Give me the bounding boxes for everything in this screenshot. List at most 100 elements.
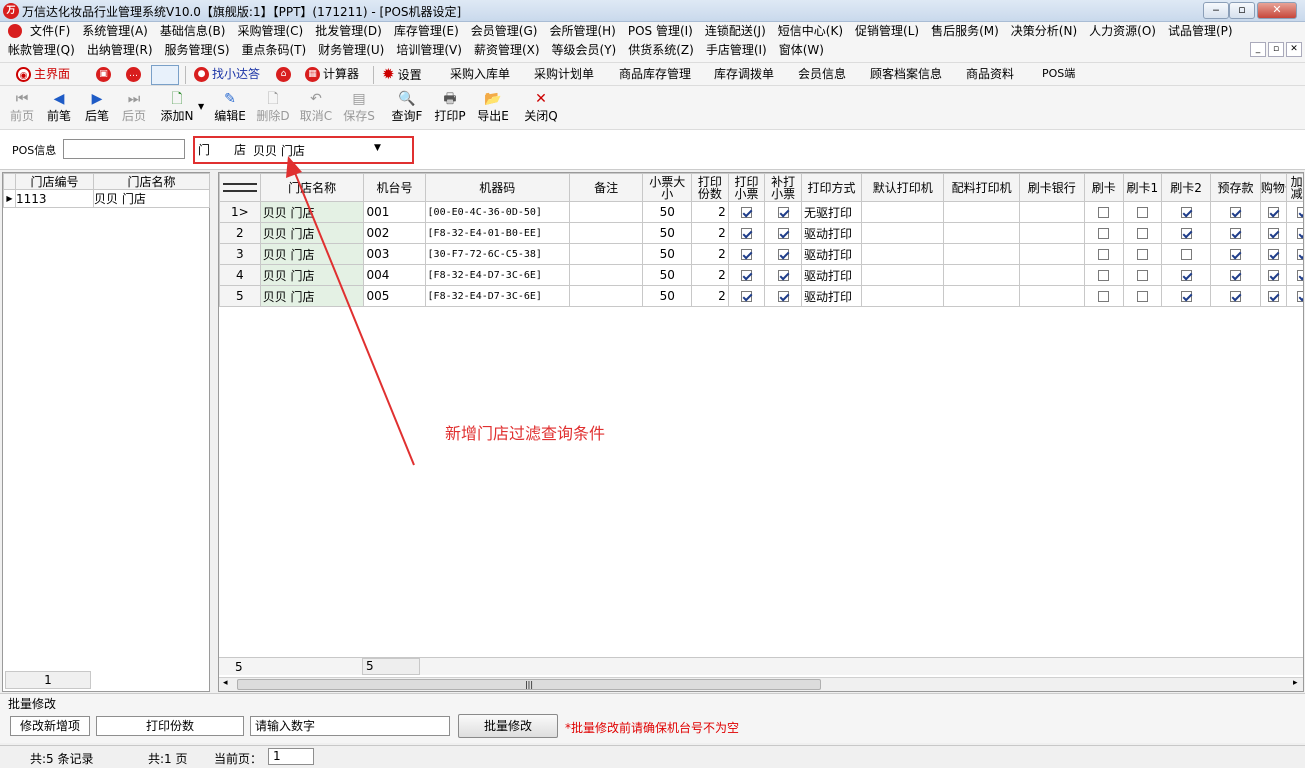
machine-code-cell[interactable]: [F8-32-E4-01-B0-EE] bbox=[424, 222, 571, 244]
checked-box-icon[interactable] bbox=[741, 270, 753, 281]
column-header[interactable]: 门店名称 bbox=[93, 173, 210, 190]
current-page-input[interactable]: 1 bbox=[268, 748, 314, 765]
chat-button[interactable]: … bbox=[126, 63, 144, 87]
grid-menu-icon[interactable] bbox=[219, 173, 261, 202]
mdi-minimize-icon[interactable]: _ bbox=[1250, 42, 1266, 57]
print-mode-cell[interactable]: 驱动打印 bbox=[800, 285, 863, 307]
reprint-ticket-checkbox[interactable] bbox=[764, 264, 802, 286]
menu-pos[interactable]: POS 管理(I) bbox=[622, 22, 699, 41]
card-checkbox[interactable] bbox=[1083, 243, 1124, 265]
checked-box-icon[interactable] bbox=[1297, 249, 1303, 260]
checked-box-icon[interactable] bbox=[777, 207, 789, 218]
checked-box-icon[interactable] bbox=[1297, 207, 1303, 218]
column-header[interactable]: 刷卡1 bbox=[1122, 173, 1163, 202]
unchecked-box-icon[interactable] bbox=[1098, 207, 1110, 218]
menu-club[interactable]: 会所管理(H) bbox=[543, 22, 621, 41]
card-checkbox[interactable] bbox=[1083, 285, 1124, 307]
checked-box-icon[interactable] bbox=[777, 249, 789, 260]
column-header[interactable]: 门店编号 bbox=[15, 173, 94, 190]
gift-card-checkbox[interactable] bbox=[1259, 201, 1288, 223]
home-button[interactable]: ◉ 主界面 bbox=[16, 63, 70, 87]
print-mode-cell[interactable]: 驱动打印 bbox=[800, 264, 863, 286]
link-stock-manage[interactable]: 商品库存管理 bbox=[619, 63, 691, 87]
print-mode-cell[interactable]: 驱动打印 bbox=[800, 243, 863, 265]
menu-finance[interactable]: 财务管理(U) bbox=[312, 41, 390, 60]
settings-button[interactable]: ✹ 设置 bbox=[382, 63, 422, 87]
checked-box-icon[interactable] bbox=[741, 249, 753, 260]
default-printer-cell[interactable] bbox=[861, 222, 945, 244]
menu-accounts[interactable]: 帐款管理(Q) bbox=[2, 41, 81, 60]
checked-box-icon[interactable] bbox=[1268, 228, 1280, 239]
unchecked-box-icon[interactable] bbox=[1180, 249, 1192, 260]
column-header[interactable]: 预存款 bbox=[1210, 173, 1261, 202]
card-bank-cell[interactable] bbox=[1018, 264, 1085, 286]
checked-box-icon[interactable] bbox=[741, 207, 753, 218]
column-header[interactable]: 补打小票 bbox=[764, 173, 802, 202]
card-checkbox[interactable] bbox=[1083, 201, 1124, 223]
save-button[interactable]: ▤ 保存S bbox=[337, 90, 381, 128]
print-copies-cell[interactable]: 2 bbox=[691, 264, 729, 286]
ticket-size-cell[interactable]: 50 bbox=[642, 201, 693, 223]
edit-button[interactable]: ✎ 编辑E bbox=[208, 90, 252, 128]
add-dropdown-icon[interactable]: ▼ bbox=[198, 102, 204, 111]
unchecked-box-icon[interactable] bbox=[1098, 249, 1110, 260]
link-purchase-in[interactable]: 采购入库单 bbox=[450, 63, 510, 87]
checked-box-icon[interactable] bbox=[1297, 228, 1303, 239]
delete-button[interactable]: 🗋 删除D bbox=[251, 90, 295, 128]
column-header[interactable]: 刷卡 bbox=[1083, 173, 1124, 202]
markup-checkbox[interactable] bbox=[1286, 222, 1303, 244]
card2-checkbox[interactable] bbox=[1161, 285, 1212, 307]
link-product-data[interactable]: 商品资料 bbox=[966, 63, 1014, 87]
card-bank-cell[interactable] bbox=[1018, 201, 1085, 223]
ticket-size-cell[interactable]: 50 bbox=[642, 285, 693, 307]
card2-checkbox[interactable] bbox=[1161, 264, 1212, 286]
menu-system[interactable]: 系统管理(A) bbox=[76, 22, 154, 41]
reprint-ticket-checkbox[interactable] bbox=[764, 243, 802, 265]
column-header[interactable]: 机器码 bbox=[424, 173, 571, 202]
card2-checkbox[interactable] bbox=[1161, 201, 1212, 223]
card1-checkbox[interactable] bbox=[1122, 285, 1163, 307]
store-code-cell[interactable]: 1113 bbox=[15, 189, 94, 208]
calculator-button[interactable]: ▦ 计算器 bbox=[305, 63, 359, 87]
checked-box-icon[interactable] bbox=[1180, 207, 1192, 218]
prepay-checkbox[interactable] bbox=[1210, 222, 1261, 244]
print-mode-cell[interactable]: 无驱打印 bbox=[800, 201, 863, 223]
menu-service[interactable]: 服务管理(S) bbox=[159, 41, 236, 60]
find-helper-button[interactable]: ● 找小达答 bbox=[194, 63, 260, 87]
print-copies-cell[interactable]: 2 bbox=[691, 285, 729, 307]
checked-box-icon[interactable] bbox=[777, 270, 789, 281]
checked-box-icon[interactable] bbox=[741, 291, 753, 302]
table-row[interactable]: ▶ 1113 贝贝 门店 bbox=[3, 189, 210, 208]
machine-code-cell[interactable]: [30-F7-72-6C-C5-38] bbox=[424, 243, 571, 265]
card-checkbox[interactable] bbox=[1083, 264, 1124, 286]
unchecked-box-icon[interactable] bbox=[1136, 249, 1148, 260]
card-checkbox[interactable] bbox=[1083, 222, 1124, 244]
checked-box-icon[interactable] bbox=[1229, 291, 1241, 302]
menu-sms[interactable]: 短信中心(K) bbox=[772, 22, 849, 41]
column-header[interactable]: 刷卡银行 bbox=[1018, 173, 1085, 202]
card-bank-cell[interactable] bbox=[1018, 222, 1085, 244]
default-printer-cell[interactable] bbox=[861, 243, 945, 265]
menu-salary[interactable]: 薪资管理(X) bbox=[468, 41, 546, 60]
link-pos-client[interactable]: POS端 bbox=[1042, 63, 1075, 87]
add-button[interactable]: 🗋 添加N bbox=[155, 90, 199, 128]
column-header[interactable]: 打印小票 bbox=[727, 173, 766, 202]
reprint-ticket-checkbox[interactable] bbox=[764, 201, 802, 223]
markup-checkbox[interactable] bbox=[1286, 264, 1303, 286]
menu-analysis[interactable]: 决策分析(N) bbox=[1005, 22, 1083, 41]
ticket-size-cell[interactable]: 50 bbox=[642, 222, 693, 244]
unchecked-box-icon[interactable] bbox=[1136, 270, 1148, 281]
gift-card-checkbox[interactable] bbox=[1259, 285, 1288, 307]
store-name-cell[interactable]: 贝贝 门店 bbox=[93, 189, 210, 208]
link-customer-file[interactable]: 顾客档案信息 bbox=[870, 63, 942, 87]
column-header[interactable]: 备注 bbox=[569, 173, 644, 202]
mdi-restore-icon[interactable]: ▫ bbox=[1268, 42, 1284, 57]
note-cell[interactable] bbox=[569, 201, 644, 223]
checked-box-icon[interactable] bbox=[1180, 270, 1192, 281]
scroll-left-icon[interactable]: ◂ bbox=[223, 678, 228, 688]
print-mode-cell[interactable]: 驱动打印 bbox=[800, 222, 863, 244]
checked-box-icon[interactable] bbox=[1180, 291, 1192, 302]
column-header[interactable]: 默认打印机 bbox=[861, 173, 945, 202]
mix-printer-cell[interactable] bbox=[943, 222, 1020, 244]
markup-checkbox[interactable] bbox=[1286, 285, 1303, 307]
